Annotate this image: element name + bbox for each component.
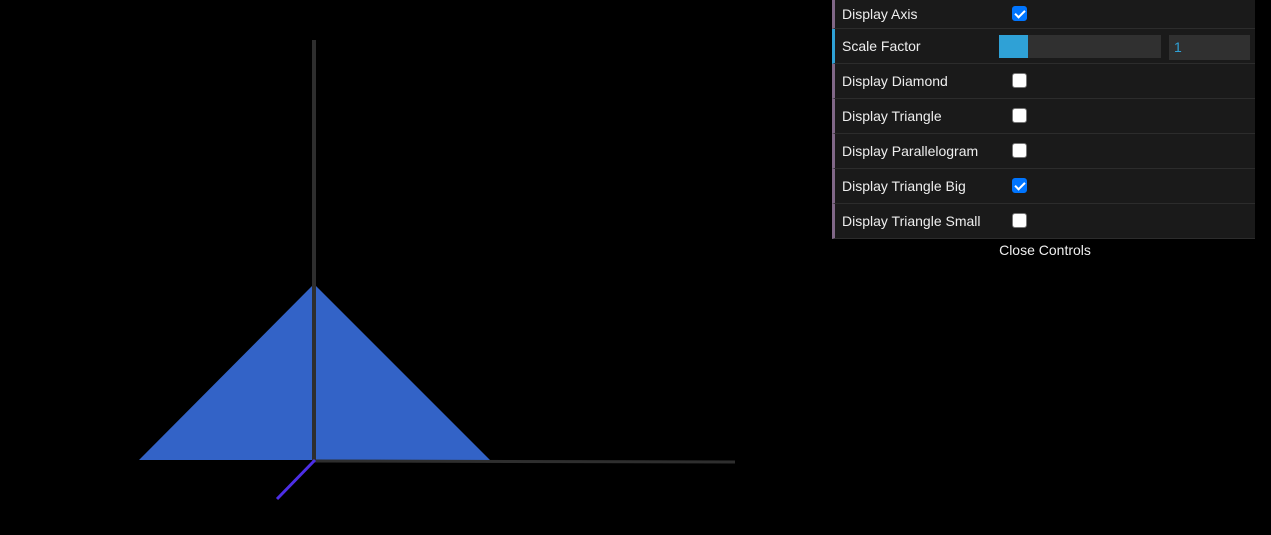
display-triangle-small-label: Display Triangle Small [842, 213, 981, 229]
display-triangle-row: Display Triangle [832, 99, 1255, 134]
display-diamond-label: Display Diamond [842, 73, 948, 89]
z-axis [275, 458, 317, 501]
controls-panel: Display Axis Scale Factor 1 Display Diam… [832, 0, 1255, 261]
display-triangle-small-checkbox[interactable] [1012, 213, 1027, 228]
display-triangle-big-checkbox[interactable] [1012, 178, 1027, 193]
display-axis-label: Display Axis [842, 6, 918, 22]
scale-factor-label: Scale Factor [842, 38, 921, 54]
scale-factor-row: Scale Factor 1 [832, 29, 1255, 64]
scale-factor-slider[interactable] [999, 35, 1161, 58]
display-triangle-label: Display Triangle [842, 108, 942, 124]
display-axis-row: Display Axis [832, 0, 1255, 29]
display-parallelogram-row: Display Parallelogram [832, 134, 1255, 169]
scale-factor-slider-fill [999, 35, 1029, 58]
scale-factor-input[interactable]: 1 [1169, 35, 1250, 60]
display-parallelogram-label: Display Parallelogram [842, 143, 979, 159]
x-axis [313, 459, 736, 464]
display-triangle-big-label: Display Triangle Big [842, 178, 966, 194]
display-diamond-checkbox[interactable] [1012, 73, 1027, 88]
display-triangle-small-row: Display Triangle Small [832, 204, 1255, 239]
display-triangle-checkbox[interactable] [1012, 108, 1027, 123]
display-axis-checkbox[interactable] [1012, 6, 1027, 21]
display-diamond-row: Display Diamond [832, 64, 1255, 99]
display-parallelogram-checkbox[interactable] [1012, 143, 1027, 158]
close-controls-button[interactable]: Close Controls [835, 239, 1255, 261]
display-triangle-big-row: Display Triangle Big [832, 169, 1255, 204]
